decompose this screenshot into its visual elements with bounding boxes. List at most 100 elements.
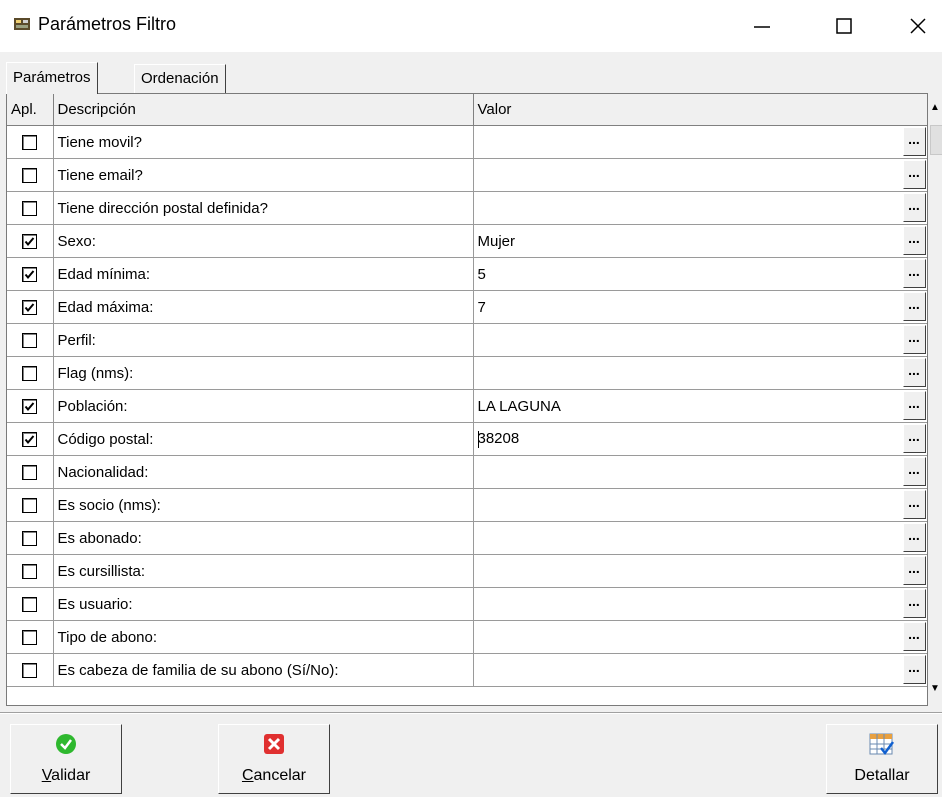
checkmark-icon	[24, 237, 35, 247]
valor-cell[interactable]: 38208...	[473, 422, 927, 456]
window-title: Parámetros Filtro	[38, 14, 177, 34]
validar-button[interactable]: Validar	[10, 724, 122, 794]
checkbox-unchecked[interactable]	[22, 663, 38, 679]
descripcion-cell[interactable]: Es socio (nms):	[53, 488, 474, 522]
checkmark-icon	[24, 402, 35, 412]
apl-cell	[7, 620, 54, 654]
valor-cell[interactable]: Mujer...	[473, 224, 927, 258]
checkbox-unchecked[interactable]	[22, 597, 38, 613]
ellipsis-button[interactable]: ...	[902, 589, 926, 618]
checkbox-checked[interactable]	[22, 399, 38, 415]
descripcion-cell[interactable]: Población:	[53, 389, 474, 423]
ellipsis-button[interactable]: ...	[902, 556, 926, 585]
descripcion-cell[interactable]: Nacionalidad:	[53, 455, 474, 489]
valor-cell[interactable]: ...	[473, 356, 927, 390]
title-bar: Parámetros Filtro	[0, 0, 942, 52]
checkmark-icon	[24, 270, 35, 280]
valor-text: 38208	[477, 430, 520, 448]
ellipsis-button[interactable]: ...	[902, 655, 926, 684]
checkbox-unchecked[interactable]	[22, 498, 38, 514]
cancelar-button[interactable]: Cancelar	[218, 724, 330, 794]
maximize-button[interactable]	[820, 0, 868, 52]
column-header-descripcion[interactable]: Descripción	[53, 94, 474, 126]
descripcion-cell[interactable]: Edad máxima:	[53, 290, 474, 324]
descripcion-cell[interactable]: Tiene movil?	[53, 125, 474, 159]
ellipsis-button[interactable]: ...	[902, 292, 926, 321]
detallar-label: Detallar	[854, 767, 910, 784]
ellipsis-button[interactable]: ...	[902, 424, 926, 453]
ellipsis-button[interactable]: ...	[902, 358, 926, 387]
tab-ordenacion[interactable]: Ordenación	[134, 64, 226, 93]
descripcion-cell[interactable]: Código postal:	[53, 422, 474, 456]
valor-cell[interactable]: ...	[473, 521, 927, 555]
valor-cell[interactable]: ...	[473, 554, 927, 588]
table-row: Es usuario:...	[7, 587, 927, 621]
descripcion-cell[interactable]: Es abonado:	[53, 521, 474, 555]
descripcion-cell[interactable]: Tipo de abono:	[53, 620, 474, 654]
table-row: Tiene movil?...	[7, 125, 927, 159]
ellipsis-button[interactable]: ...	[902, 193, 926, 222]
scroll-down-arrow-icon[interactable]: ▼	[928, 674, 942, 704]
apl-cell	[7, 455, 54, 489]
minimize-button[interactable]	[738, 0, 786, 52]
checkbox-unchecked[interactable]	[22, 201, 38, 217]
valor-cell[interactable]: ...	[473, 653, 927, 687]
apl-cell	[7, 389, 54, 423]
checkbox-checked[interactable]	[22, 234, 38, 250]
ellipsis-button[interactable]: ...	[902, 490, 926, 519]
ellipsis-button[interactable]: ...	[902, 226, 926, 255]
descripcion-cell[interactable]: Perfil:	[53, 323, 474, 357]
checkbox-checked[interactable]	[22, 432, 38, 448]
scrollbar-thumb[interactable]	[930, 125, 942, 155]
tab-parametros[interactable]: Parámetros	[6, 62, 98, 94]
table-row: Población: LA LAGUNA...	[7, 389, 927, 423]
checkbox-checked[interactable]	[22, 300, 38, 316]
valor-cell[interactable]: ...	[473, 191, 927, 225]
detallar-button[interactable]: Detallar	[826, 724, 938, 794]
apl-cell	[7, 356, 54, 390]
checkbox-unchecked[interactable]	[22, 531, 38, 547]
ellipsis-button[interactable]: ...	[902, 259, 926, 288]
valor-cell[interactable]: ...	[473, 620, 927, 654]
descripcion-cell[interactable]: Tiene dirección postal definida?	[53, 191, 474, 225]
table-row: Sexo: Mujer...	[7, 224, 927, 258]
grid-scrollbar[interactable]: ▲ ▼	[928, 93, 942, 704]
descripcion-cell[interactable]: Tiene email?	[53, 158, 474, 192]
valor-cell[interactable]: 7...	[473, 290, 927, 324]
ellipsis-button[interactable]: ...	[902, 457, 926, 486]
checkbox-unchecked[interactable]	[22, 465, 38, 481]
descripcion-cell[interactable]: Es cabeza de familia de su abono (Sí/No)…	[53, 653, 474, 687]
checkbox-unchecked[interactable]	[22, 168, 38, 184]
column-header-valor[interactable]: Valor	[473, 94, 927, 126]
valor-cell[interactable]: ...	[473, 488, 927, 522]
descripcion-cell[interactable]: Es cursillista:	[53, 554, 474, 588]
ellipsis-button[interactable]: ...	[902, 127, 926, 156]
scroll-up-arrow-icon[interactable]: ▲	[928, 93, 942, 123]
valor-cell[interactable]: ...	[473, 158, 927, 192]
valor-cell[interactable]: ...	[473, 323, 927, 357]
checkbox-checked[interactable]	[22, 267, 38, 283]
valor-cell[interactable]: ...	[473, 125, 927, 159]
descripcion-cell[interactable]: Sexo:	[53, 224, 474, 258]
valor-cell[interactable]: ...	[473, 455, 927, 489]
valor-cell[interactable]: LA LAGUNA...	[473, 389, 927, 423]
ellipsis-button[interactable]: ...	[902, 523, 926, 552]
ellipsis-button[interactable]: ...	[902, 160, 926, 189]
valor-cell[interactable]: ...	[473, 587, 927, 621]
checkbox-unchecked[interactable]	[22, 135, 38, 151]
descripcion-cell[interactable]: Flag (nms):	[53, 356, 474, 390]
ellipsis-button[interactable]: ...	[902, 622, 926, 651]
checkbox-unchecked[interactable]	[22, 366, 38, 382]
ellipsis-button[interactable]: ...	[902, 391, 926, 420]
descripcion-cell[interactable]: Edad mínima:	[53, 257, 474, 291]
close-button[interactable]	[894, 0, 942, 52]
column-header-apl[interactable]: Apl.	[7, 94, 54, 126]
apl-cell	[7, 290, 54, 324]
descripcion-cell[interactable]: Es usuario:	[53, 587, 474, 621]
checkbox-unchecked[interactable]	[22, 630, 38, 646]
checkbox-unchecked[interactable]	[22, 564, 38, 580]
valor-cell[interactable]: 5...	[473, 257, 927, 291]
valor-text: 7	[477, 298, 486, 316]
checkbox-unchecked[interactable]	[22, 333, 38, 349]
ellipsis-button[interactable]: ...	[902, 325, 926, 354]
